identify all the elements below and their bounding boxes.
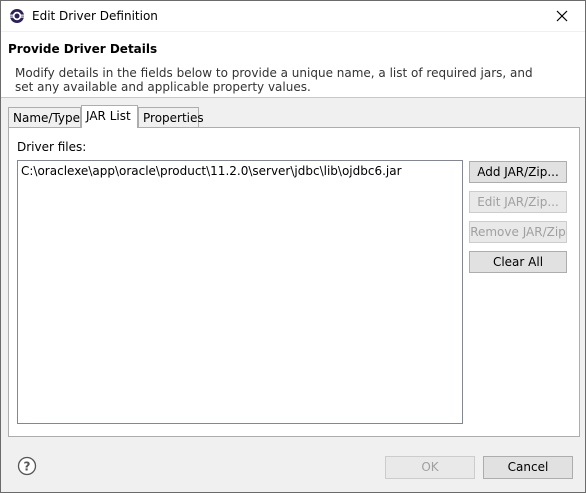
svg-text:?: ? xyxy=(24,460,31,474)
edit-jar-button[interactable]: Edit JAR/Zip... xyxy=(469,191,567,213)
eclipse-icon xyxy=(10,9,24,23)
tab-jar-list[interactable]: JAR List xyxy=(81,105,138,128)
driver-files-label: Driver files: xyxy=(17,140,87,154)
list-item[interactable]: C:\oraclexe\app\oracle\product\11.2.0\se… xyxy=(21,164,402,178)
clear-all-button[interactable]: Clear All xyxy=(469,251,567,273)
remove-jar-button[interactable]: Remove JAR/Zip xyxy=(469,221,567,243)
close-icon[interactable] xyxy=(553,7,571,25)
jar-list-panel: Driver files: C:\oraclexe\app\oracle\pro… xyxy=(8,127,580,437)
tab-properties[interactable]: Properties xyxy=(138,107,204,127)
cancel-button[interactable]: Cancel xyxy=(483,456,573,479)
dialog-header: Provide Driver Details Modify details in… xyxy=(1,32,585,98)
header-title: Provide Driver Details xyxy=(8,42,158,56)
header-description: Modify details in the fields below to pr… xyxy=(15,66,533,94)
add-jar-button[interactable]: Add JAR/Zip... xyxy=(469,161,567,183)
tab-name-type[interactable]: Name/Type xyxy=(8,107,81,127)
title-bar[interactable]: Edit Driver Definition xyxy=(1,1,585,31)
window-title: Edit Driver Definition xyxy=(32,9,158,23)
driver-files-list[interactable]: C:\oraclexe\app\oracle\product\11.2.0\se… xyxy=(17,160,463,424)
help-icon[interactable]: ? xyxy=(17,456,37,476)
ok-button[interactable]: OK xyxy=(385,456,475,479)
dialog-window: Edit Driver Definition Provide Driver De… xyxy=(0,0,586,493)
